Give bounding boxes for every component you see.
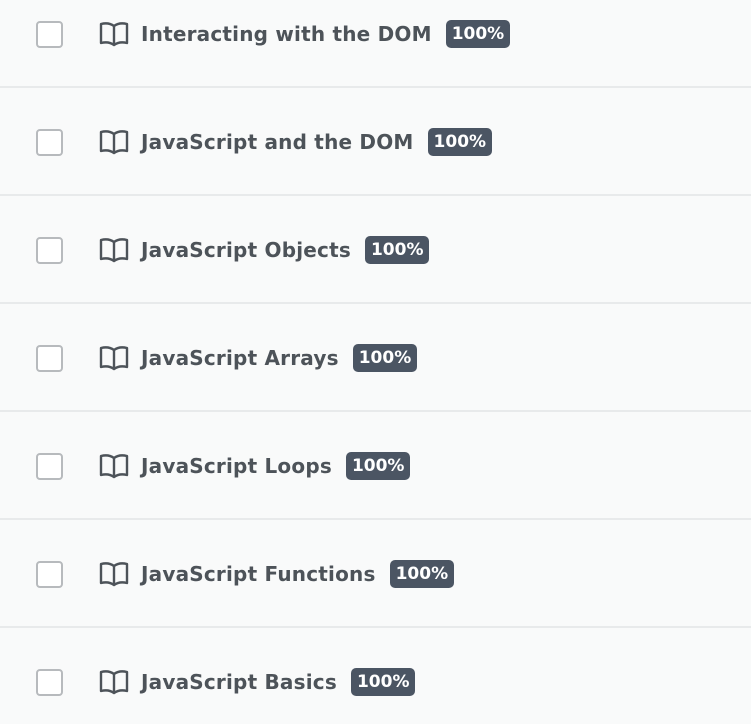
lesson-row-0[interactable]: Interacting with the DOM 100%	[0, 0, 751, 88]
progress-badge: 100%	[352, 344, 418, 372]
lesson-title[interactable]: JavaScript Loops	[141, 454, 332, 478]
lesson-row-1[interactable]: JavaScript and the DOM 100%	[0, 88, 751, 196]
lesson-checkbox[interactable]	[36, 236, 63, 264]
lesson-row-6[interactable]: JavaScript Basics 100%	[0, 628, 751, 724]
lesson-checkbox[interactable]	[36, 668, 63, 696]
book-open-icon	[99, 129, 129, 155]
lesson-checkbox[interactable]	[36, 452, 63, 480]
lesson-title-group: JavaScript Basics 100%	[141, 668, 416, 696]
progress-badge: 100%	[445, 20, 511, 48]
lesson-title[interactable]: JavaScript Arrays	[141, 346, 339, 370]
lesson-checkbox[interactable]	[36, 344, 63, 372]
lesson-checkbox[interactable]	[36, 128, 63, 156]
progress-badge: 100%	[350, 668, 416, 696]
lesson-checkbox[interactable]	[36, 560, 63, 588]
book-open-icon	[99, 345, 129, 371]
lesson-title-group: JavaScript Arrays 100%	[141, 344, 418, 372]
lesson-row-5[interactable]: JavaScript Functions 100%	[0, 520, 751, 628]
lesson-title[interactable]: Interacting with the DOM	[141, 22, 432, 46]
lesson-row-3[interactable]: JavaScript Arrays 100%	[0, 304, 751, 412]
book-open-icon	[99, 561, 129, 587]
progress-badge: 100%	[427, 128, 493, 156]
book-open-icon	[99, 453, 129, 479]
lesson-title-group: JavaScript Functions 100%	[141, 560, 455, 588]
lesson-title-group: JavaScript and the DOM 100%	[141, 128, 493, 156]
lesson-title-group: JavaScript Objects 100%	[141, 236, 430, 264]
lesson-title[interactable]: JavaScript and the DOM	[141, 130, 414, 154]
lesson-title[interactable]: JavaScript Basics	[141, 670, 337, 694]
book-open-icon	[99, 237, 129, 263]
lesson-row-2[interactable]: JavaScript Objects 100%	[0, 196, 751, 304]
book-open-icon	[99, 669, 129, 695]
lesson-checkbox[interactable]	[36, 20, 63, 48]
lesson-title[interactable]: JavaScript Objects	[141, 238, 351, 262]
progress-badge: 100%	[345, 452, 411, 480]
book-open-icon	[99, 21, 129, 47]
lesson-title-group: JavaScript Loops 100%	[141, 452, 411, 480]
lesson-title[interactable]: JavaScript Functions	[141, 562, 376, 586]
lesson-title-group: Interacting with the DOM 100%	[141, 20, 511, 48]
lesson-row-4[interactable]: JavaScript Loops 100%	[0, 412, 751, 520]
progress-badge: 100%	[364, 236, 430, 264]
lesson-list: Interacting with the DOM 100% JavaScript…	[0, 0, 751, 724]
progress-badge: 100%	[389, 560, 455, 588]
